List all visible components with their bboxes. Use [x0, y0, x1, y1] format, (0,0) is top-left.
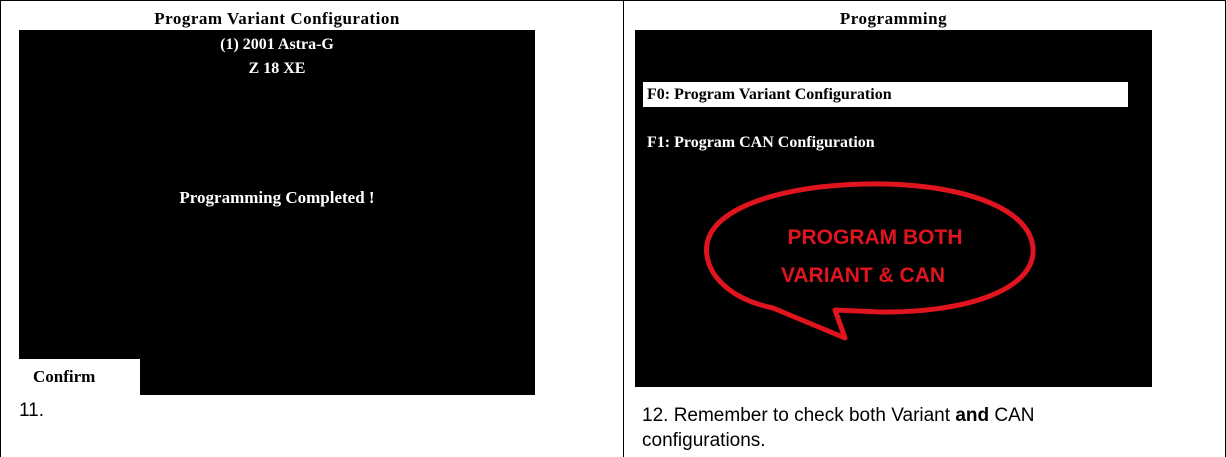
- right-caption-suffix: CAN: [989, 405, 1035, 426]
- table-border-top: [0, 0, 1226, 1]
- callout-outline: [704, 181, 1036, 341]
- right-screen: Programming F0: Program Variant Configur…: [635, 8, 1152, 387]
- right-caption-line2: configurations.: [642, 430, 766, 451]
- right-caption-prefix: 12. Remember to check both Variant: [642, 405, 956, 426]
- right-caption-bold: and: [955, 405, 990, 426]
- right-caption: 12. Remember to check both Variant and C…: [642, 403, 1202, 453]
- engine-code: Z 18 XE: [248, 60, 306, 77]
- confirm-button[interactable]: Confirm: [19, 359, 140, 395]
- table-divider: [623, 0, 624, 457]
- table-border-left: [0, 0, 1, 457]
- left-caption: 11.: [19, 400, 45, 421]
- callout-line-2: VARIANT & CAN: [781, 264, 945, 287]
- callout-line-1: PROGRAM BOTH: [788, 226, 963, 249]
- status-message: Programming Completed !: [179, 188, 375, 207]
- left-screen: Program Variant Configuration (1) 2001 A…: [19, 8, 535, 395]
- callout-speech-bubble: PROGRAM BOTH VARIANT & CAN: [704, 181, 1036, 341]
- left-screen-title: Program Variant Configuration: [19, 8, 535, 30]
- vehicle-model: (1) 2001 Astra-G: [220, 36, 334, 53]
